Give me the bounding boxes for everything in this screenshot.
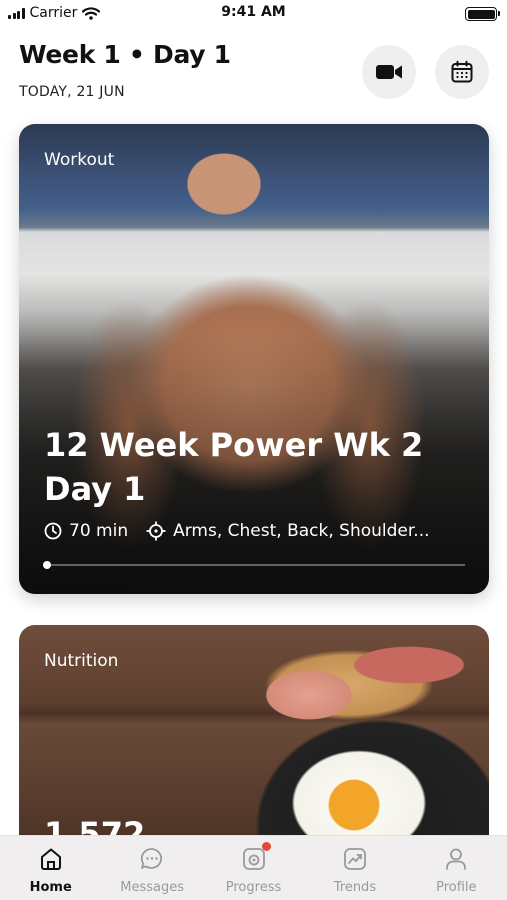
calendar-icon [451,60,473,83]
home-icon [38,846,64,872]
battery-fill [467,9,495,19]
tab-home[interactable]: Home [0,836,101,900]
clock-icon [44,522,62,540]
progress-photo-icon [241,842,271,872]
status-bar: Carrier 9:41 AM [0,0,507,28]
progress-notification-badge [261,842,271,851]
workout-card[interactable]: Workout 12 Week Power Wk 2 Day 1 70 min … [19,124,489,594]
tab-profile[interactable]: Profile [406,836,507,900]
page-date: TODAY, 21 JUN [19,84,125,100]
tab-home-label: Home [29,880,72,895]
status-time: 9:41 AM [221,4,286,20]
battery-icon [465,7,500,21]
tab-trends-label: Trends [333,880,377,895]
workout-title: 12 Week Power Wk 2 Day 1 [44,426,424,508]
workout-progress-bar [43,561,465,569]
workout-duration-text: 70 min [69,521,129,541]
trend-chart-icon [342,846,368,872]
tab-progress-label: Progress [225,880,282,895]
workout-duration: 70 min [44,521,128,541]
tab-bar: Home Messages Progress Trends Profile [0,835,507,900]
workout-progress-indicator [43,561,51,569]
tab-messages-label: Messages [120,880,184,895]
tab-trends[interactable]: Trends [304,836,405,900]
video-button[interactable] [362,45,416,99]
workout-card-label: Workout [44,150,115,170]
calendar-button[interactable] [435,45,489,99]
person-icon [443,846,469,872]
page-title: Week 1 • Day 1 [19,40,231,69]
nutrition-card-label: Nutrition [44,651,119,671]
tab-progress[interactable]: Progress [203,836,304,900]
target-icon [146,521,166,541]
workout-meta: 70 min Arms, Chest, Back, Shoulder... [44,521,430,541]
tab-profile-label: Profile [436,880,477,895]
workout-targets-text: Arms, Chest, Back, Shoulder... [173,521,430,541]
video-camera-icon [376,65,402,79]
workout-targets: Arms, Chest, Back, Shoulder... [146,521,430,541]
chat-bubble-icon [139,846,165,872]
tab-messages[interactable]: Messages [101,836,202,900]
